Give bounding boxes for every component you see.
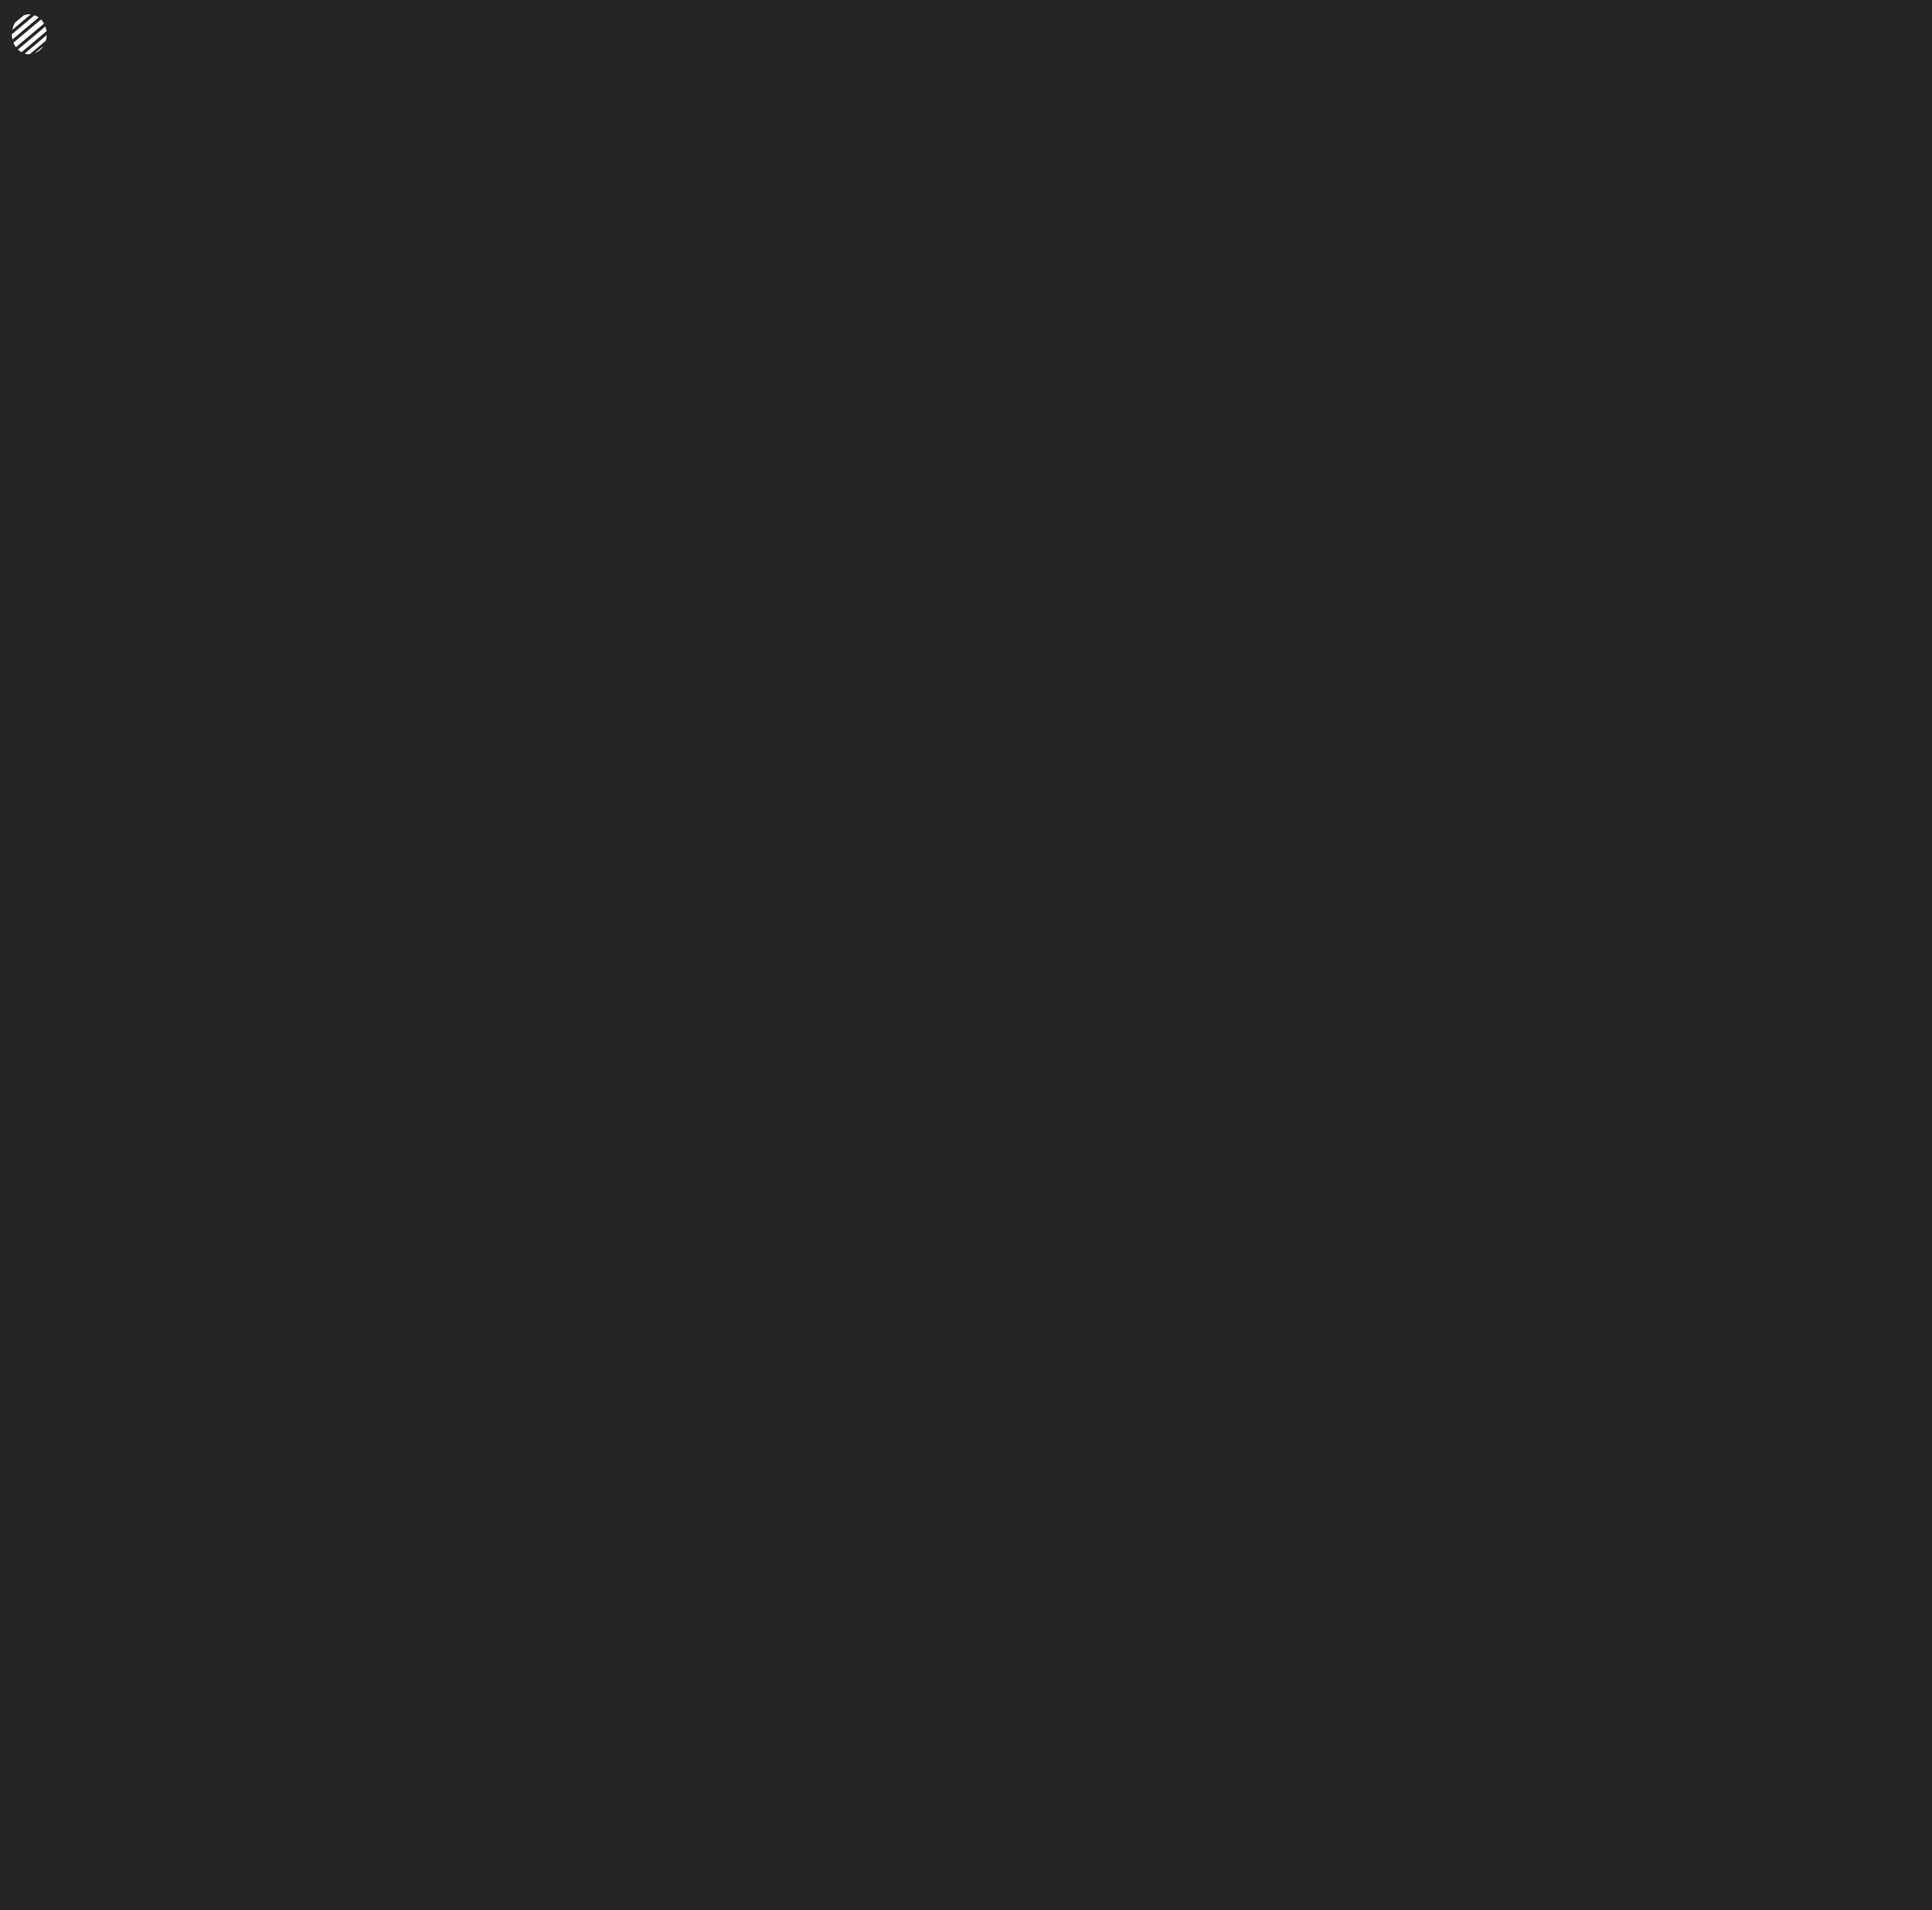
spectrogram-page (0, 0, 1932, 1910)
spectrogram-canvas (0, 0, 187, 94)
footer (0, 1886, 1932, 1910)
colorbar (530, 13, 1465, 25)
